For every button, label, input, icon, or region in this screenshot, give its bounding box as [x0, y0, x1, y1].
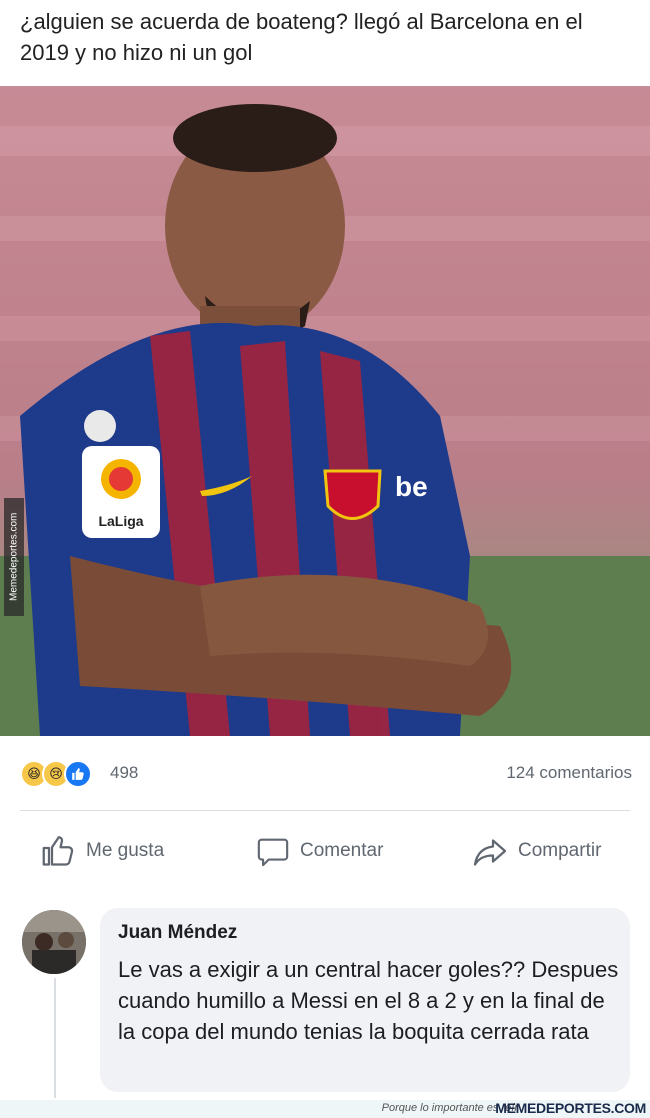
thumbs-up-icon: [72, 768, 84, 780]
comment-bubble: Juan Méndez Le vas a exigir a un central…: [100, 908, 630, 1092]
player-photo-illustration: LaLiga be: [0, 86, 650, 736]
avatar-image: [22, 910, 86, 974]
reaction-count[interactable]: 498: [110, 763, 138, 783]
reactions-row: 😆 😢 498 124 comentarios: [0, 756, 650, 792]
like-icon: [64, 760, 92, 788]
like-label: Me gusta: [86, 840, 165, 861]
comment-label: Comentar: [300, 840, 384, 861]
share-button[interactable]: Compartir: [472, 826, 601, 876]
post-photo[interactable]: LaLiga be: [0, 86, 650, 736]
comments-count[interactable]: 124 comentarios: [506, 763, 632, 783]
laliga-badge-text: LaLiga: [98, 513, 143, 529]
comment-button[interactable]: Comentar: [256, 826, 383, 876]
side-watermark: Memedeportes.com: [4, 498, 24, 616]
divider: [20, 810, 630, 811]
like-button[interactable]: Me gusta: [40, 826, 164, 876]
footer-brand-logo: MEMEDEPORTES.COM: [495, 1100, 646, 1116]
comment-author[interactable]: Juan Méndez: [118, 922, 237, 944]
post-actions: Me gusta Comentar Compartir: [0, 826, 650, 878]
thread-line: [54, 978, 56, 1098]
avatar[interactable]: [22, 910, 86, 974]
comment-icon: [257, 838, 289, 867]
reaction-icons[interactable]: 😆 😢: [20, 760, 92, 788]
comment-area: Juan Méndez Le vas a exigir a un central…: [0, 900, 650, 1100]
share-label: Compartir: [518, 840, 602, 861]
share-icon: [473, 839, 507, 866]
comment-text: Le vas a exigir a un central hacer goles…: [118, 957, 619, 1044]
post-text: ¿alguien se acuerda de boateng? llegó al…: [20, 9, 583, 65]
thumbs-up-icon: [42, 836, 74, 866]
jersey-sponsor-text: be: [395, 471, 428, 502]
footer-bar: Porque lo importante es reír MEMEDEPORTE…: [0, 1100, 650, 1118]
